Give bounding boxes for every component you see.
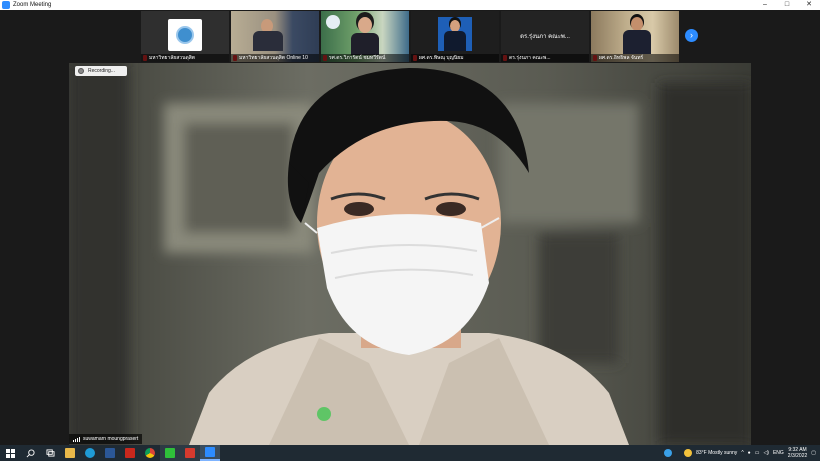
- org-logo-icon: [326, 15, 340, 29]
- video-app-icon[interactable]: [180, 445, 200, 461]
- participant-body: [444, 31, 466, 51]
- task-view-icon[interactable]: [40, 445, 60, 461]
- participant-tile-3[interactable]: รศ.ดร.วิภารัตน์ ชมทวีรัตน์: [321, 11, 409, 62]
- participant-name: มหาวิทยาลัยสวนดุสิต: [141, 54, 229, 62]
- chevron-up-icon[interactable]: ^: [741, 450, 743, 456]
- participant-face: [358, 17, 372, 33]
- participant-tile-6[interactable]: ผศ.ดร.อิทธิพล จันทร์: [591, 11, 679, 62]
- speaker-video-frame: [69, 63, 751, 445]
- active-speaker-video: [69, 63, 751, 445]
- speaker-name-tag: suwamarn moungprasert: [69, 434, 143, 444]
- participant-name: รศ.ดร.วิภารัตน์ ชมทวีรัตน์: [321, 54, 409, 62]
- network-icon[interactable]: ▭: [755, 450, 760, 456]
- close-button[interactable]: ✕: [798, 0, 820, 10]
- participant-name: มหาวิทยาลัยสวนดุสิต Online 10: [231, 54, 319, 62]
- record-icon: [78, 68, 84, 74]
- language-indicator[interactable]: ENG: [773, 450, 784, 456]
- line-app-icon[interactable]: [160, 445, 180, 461]
- participant-tile-4[interactable]: ผศ.ดร.พิษณุ บุญนิยม: [411, 11, 499, 62]
- clock-date: 2/3/2022: [787, 453, 808, 459]
- participant-body: [623, 30, 651, 54]
- recording-indicator[interactable]: Recording...: [75, 66, 127, 76]
- edge-browser-icon[interactable]: [80, 445, 100, 461]
- weather-text[interactable]: 83°F Mostly sunny: [696, 450, 737, 456]
- participant-body: [351, 33, 379, 55]
- participant-name: ดร.รุ่งนภา คณะพ...: [501, 54, 589, 62]
- participant-tile-2[interactable]: มหาวิทยาลัยสวนดุสิต Online 10: [231, 11, 319, 62]
- participant-display-name: ดร.รุ่งนภา คณะพ...: [520, 34, 570, 40]
- file-explorer-icon[interactable]: [60, 445, 80, 461]
- recording-label: Recording...: [88, 68, 115, 74]
- zoom-app-icon: [2, 1, 10, 9]
- participant-name: ผศ.ดร.อิทธิพล จันทร์: [591, 54, 679, 62]
- feedback-icon[interactable]: [664, 449, 673, 457]
- system-tray: 83°F Mostly sunny ^ ● ▭ ◁) ENG 9:32 AM 2…: [664, 445, 820, 461]
- word-icon[interactable]: [100, 445, 120, 461]
- microphone-icon[interactable]: ●: [748, 450, 751, 456]
- windows-taskbar: 83°F Mostly sunny ^ ● ▭ ◁) ENG 9:32 AM 2…: [0, 445, 820, 461]
- notification-icon[interactable]: ▢: [811, 450, 816, 456]
- window-titlebar: Zoom Meeting – □ ✕: [0, 0, 820, 10]
- weather-icon: [684, 449, 693, 457]
- participant-tile-5[interactable]: ดร.รุ่งนภา คณะพ... ดร.รุ่งนภา คณะพ...: [501, 11, 589, 62]
- acrobat-icon[interactable]: [120, 445, 140, 461]
- participant-body: [253, 31, 283, 51]
- volume-icon[interactable]: ◁): [763, 450, 769, 456]
- participant-tile-1[interactable]: มหาวิทยาลัยสวนดุสิต: [141, 11, 229, 62]
- clock[interactable]: 9:32 AM 2/3/2022: [788, 447, 807, 459]
- search-icon[interactable]: [20, 445, 40, 461]
- participant-face: [631, 17, 643, 31]
- gallery-strip: มหาวิทยาลัยสวนดุสิต มหาวิทยาลัยสวนดุสิต …: [0, 10, 820, 63]
- participant-name: ผศ.ดร.พิษณุ บุญนิยม: [411, 54, 499, 62]
- speaker-name: suwamarn moungprasert: [83, 436, 139, 442]
- maximize-button[interactable]: □: [776, 0, 798, 10]
- window-controls: – □ ✕: [754, 0, 820, 10]
- next-page-button[interactable]: ›: [685, 29, 698, 42]
- chrome-icon[interactable]: [140, 445, 160, 461]
- minimize-button[interactable]: –: [754, 0, 776, 10]
- zoom-taskbar-icon[interactable]: [200, 445, 220, 461]
- participant-avatar: [168, 19, 202, 51]
- start-button[interactable]: [0, 445, 20, 461]
- windows-logo-icon: [5, 448, 15, 458]
- signal-strength-icon: [73, 436, 80, 442]
- window-title: Zoom Meeting: [13, 2, 52, 8]
